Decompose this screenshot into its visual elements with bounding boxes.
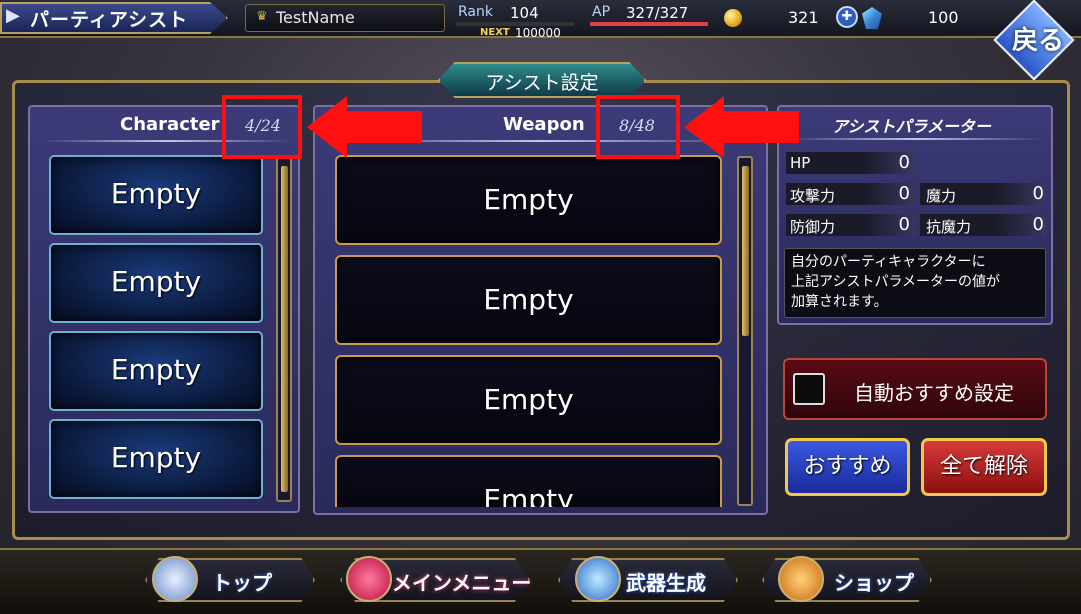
crystal-icon[interactable] (575, 556, 621, 602)
weapon-slot-label: Empty (483, 483, 574, 507)
character-slot-label: Empty (110, 353, 202, 386)
magic-defense-label: 抗魔力 (926, 218, 972, 236)
nav-shop-label[interactable]: ショップ (834, 567, 914, 596)
player-name: TestName (276, 8, 355, 27)
weapon-scroll-thumb[interactable] (742, 166, 749, 336)
ap-label: AP (592, 4, 611, 20)
next-value: 100000 (515, 26, 561, 40)
recommend-button[interactable]: おすすめ (785, 438, 910, 496)
hp-value: 0 (898, 152, 910, 173)
rank-label: Rank (458, 4, 493, 20)
annotation-arrow-head (307, 96, 347, 158)
clear-all-button-label[interactable]: 全て解除 (924, 441, 1044, 493)
add-gems-icon[interactable]: ✚ (836, 6, 858, 28)
defense-label: 防御力 (790, 218, 836, 236)
annotation-arrow-body (346, 111, 422, 143)
auto-recommend-label[interactable]: 自動おすすめ設定 (834, 377, 1034, 406)
magic-value: 0 (1032, 183, 1044, 204)
magic-label: 魔力 (926, 187, 957, 205)
nav-top-label[interactable]: トップ (212, 567, 272, 596)
weapon-slot-label: Empty (483, 183, 574, 216)
description-line: 自分のパーティキャラクターに (791, 254, 986, 270)
weapon-slot[interactable]: Empty (335, 255, 722, 345)
annotation-arrow-body (723, 111, 799, 143)
attack-value: 0 (898, 183, 910, 204)
back-button-label[interactable]: 戻る (1012, 20, 1064, 57)
page-title: パーティアシスト (30, 9, 189, 31)
next-label: NEXT (480, 27, 510, 38)
character-slot[interactable]: Empty (49, 419, 263, 499)
clear-all-button[interactable]: 全て解除 (921, 438, 1047, 496)
assist-parameter-title: アシストパラメーター (832, 117, 991, 136)
ap-bar-fill (590, 22, 708, 26)
character-scrollbar[interactable] (276, 156, 292, 502)
compass-icon[interactable] (152, 556, 198, 602)
description-line: 上記アシストパラメーターの値が (791, 274, 1001, 290)
character-panel-title: Character (120, 114, 220, 135)
gem-count: 100 (928, 8, 959, 27)
nav-weapon-craft-label[interactable]: 武器生成 (626, 567, 706, 596)
character-slot[interactable]: Empty (49, 243, 263, 323)
attack-label: 攻撃力 (790, 187, 836, 205)
weapon-slot[interactable]: Empty (335, 355, 722, 445)
character-slot[interactable]: Empty (49, 155, 263, 235)
weapon-count-highlight (596, 95, 680, 159)
title-arrow-icon: ▶ (6, 5, 20, 26)
character-slot-label: Empty (110, 177, 202, 210)
character-slot-label: Empty (110, 265, 202, 298)
character-scroll-thumb[interactable] (281, 166, 288, 492)
character-slot[interactable]: Empty (49, 331, 263, 411)
parameter-header-divider (790, 138, 1040, 140)
annotation-arrow-head (684, 96, 724, 158)
recommend-button-label[interactable]: おすすめ (788, 441, 907, 493)
auto-recommend-checkbox[interactable] (793, 373, 825, 405)
defense-value: 0 (898, 214, 910, 235)
hp-label: HP (790, 154, 811, 172)
weapon-panel-title: Weapon (503, 114, 585, 135)
ap-value: 327/327 (626, 4, 689, 22)
coin-count: 321 (788, 8, 819, 27)
rank-value: 104 (510, 4, 539, 22)
weapon-slot[interactable]: Empty (335, 455, 722, 507)
assist-settings-tab-label: アシスト設定 (485, 72, 599, 94)
magic-defense-value: 0 (1032, 214, 1044, 235)
crown-icon: ♛ (256, 9, 268, 24)
weapon-slot-label: Empty (483, 383, 574, 416)
shop-icon[interactable] (778, 556, 824, 602)
description-line: 加算されます。 (791, 294, 888, 310)
main-menu-icon[interactable] (346, 556, 392, 602)
weapon-scrollbar[interactable] (737, 156, 753, 506)
weapon-slot-label: Empty (483, 283, 574, 316)
character-slot-label: Empty (110, 441, 202, 474)
parameter-description: 自分のパーティキャラクターに 上記アシストパラメーターの値が 加算されます。 (784, 248, 1046, 318)
nav-main-menu-label[interactable]: メインメニュー (392, 567, 531, 596)
weapon-slot[interactable]: Empty (335, 155, 722, 245)
coin-icon (724, 9, 742, 27)
character-count-highlight (222, 95, 302, 159)
